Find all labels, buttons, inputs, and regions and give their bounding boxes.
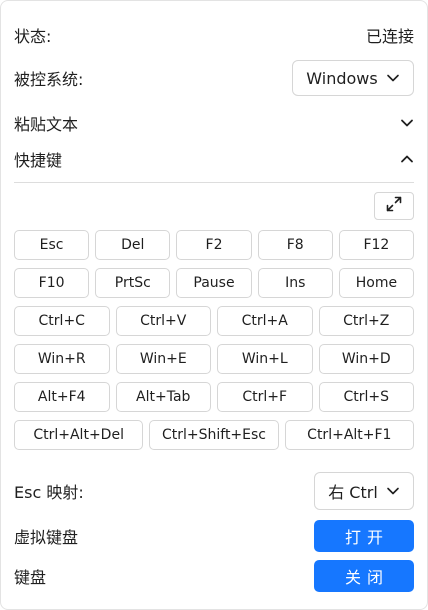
status-row: 状态: 已连接 <box>14 22 414 48</box>
shortcut-key[interactable]: F10 <box>14 268 90 298</box>
os-row: 被控系统: Windows <box>14 58 414 98</box>
shortcut-row-4: Win+R Win+E Win+L Win+D <box>14 344 414 374</box>
shortcut-key[interactable]: Ctrl+A <box>217 306 313 336</box>
status-value: 已连接 <box>365 27 414 46</box>
chevron-down-icon[interactable] <box>400 116 414 130</box>
esc-map-label: Esc 映射: <box>14 483 84 502</box>
open-virtual-keyboard-button[interactable]: 打开 <box>314 520 414 552</box>
virtual-keyboard-label: 虚拟键盘 <box>14 528 79 547</box>
shortcut-key[interactable]: F8 <box>257 230 333 260</box>
divider <box>14 182 414 183</box>
close-keyboard-button[interactable]: 关闭 <box>314 560 414 592</box>
shortcut-key[interactable]: Win+L <box>217 344 313 374</box>
keyboard-label: 键盘 <box>14 568 47 587</box>
shortcut-row-1: Esc Del F2 F8 F12 <box>14 230 415 260</box>
shortcut-key[interactable]: Esc <box>14 230 90 260</box>
shortcut-key[interactable]: Alt+Tab <box>115 382 211 412</box>
status-label: 状态: <box>14 27 52 46</box>
os-select[interactable]: Windows <box>292 60 414 96</box>
shortcuts-label: 快捷键 <box>14 151 63 170</box>
shortcut-key[interactable]: F12 <box>338 230 415 260</box>
shortcut-key[interactable]: Ctrl+V <box>115 306 211 336</box>
esc-map-row: Esc 映射: 右 Ctrl <box>14 472 414 510</box>
virtual-keyboard-row: 虚拟键盘 打开 <box>14 520 414 552</box>
shortcut-row-6: Ctrl+Alt+Del Ctrl+Shift+Esc Ctrl+Alt+F1 <box>14 420 414 450</box>
shortcut-row-5: Alt+F4 Alt+Tab Ctrl+F Ctrl+S <box>14 382 414 412</box>
chevron-up-icon[interactable] <box>400 152 414 166</box>
shortcut-key[interactable]: Win+E <box>115 344 211 374</box>
shortcut-key[interactable]: Del <box>95 230 171 260</box>
shortcut-row-2: F10 PrtSc Pause Ins Home <box>14 268 415 298</box>
shortcut-key[interactable]: Pause <box>176 268 252 298</box>
paste-text-row[interactable]: 粘贴文本 <box>14 110 414 136</box>
keyboard-row: 键盘 关闭 <box>14 560 414 592</box>
shortcut-key[interactable]: Ctrl+Alt+Del <box>14 420 144 450</box>
chevron-down-icon <box>386 484 400 498</box>
os-label: 被控系统: <box>14 70 84 89</box>
chevron-down-icon <box>386 71 400 85</box>
shortcut-key[interactable]: Ctrl+Z <box>318 306 414 336</box>
shortcut-key[interactable]: F2 <box>176 230 252 260</box>
esc-map-select[interactable]: 右 Ctrl <box>314 472 414 510</box>
shortcut-key[interactable]: Win+R <box>14 344 110 374</box>
expand-icon <box>385 195 403 217</box>
paste-text-label: 粘贴文本 <box>14 115 79 134</box>
shortcuts-row[interactable]: 快捷键 <box>14 146 414 172</box>
shortcut-key[interactable]: Ctrl+Alt+F1 <box>284 420 414 450</box>
shortcut-key[interactable]: Ctrl+Shift+Esc <box>149 420 279 450</box>
shortcut-key[interactable]: Ctrl+F <box>217 382 313 412</box>
shortcut-row-3: Ctrl+C Ctrl+V Ctrl+A Ctrl+Z <box>14 306 414 336</box>
shortcut-key[interactable]: Win+D <box>318 344 414 374</box>
shortcut-key[interactable]: Ctrl+C <box>14 306 110 336</box>
shortcut-key[interactable]: Ctrl+S <box>318 382 414 412</box>
expand-button[interactable] <box>374 192 414 220</box>
shortcut-key[interactable]: Home <box>338 268 415 298</box>
os-selected-value: Windows <box>306 68 378 88</box>
shortcut-key[interactable]: PrtSc <box>95 268 171 298</box>
shortcut-key[interactable]: Ins <box>257 268 333 298</box>
shortcut-key[interactable]: Alt+F4 <box>14 382 110 412</box>
esc-map-selected-value: 右 Ctrl <box>328 483 378 502</box>
